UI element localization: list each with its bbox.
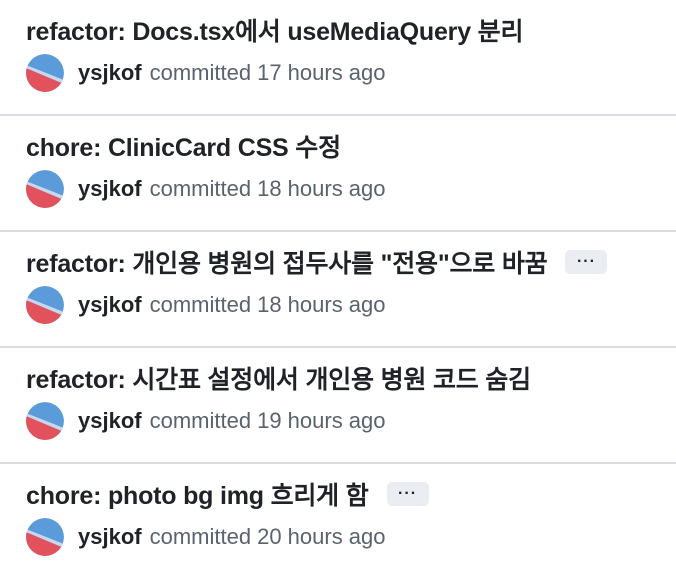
- author-link[interactable]: ysjkof: [78, 524, 142, 550]
- commit-title-link[interactable]: refactor: Docs.tsx에서 useMediaQuery 분리: [26, 12, 523, 48]
- commit-time: 17 hours ago: [257, 60, 386, 85]
- committed-label: committed: [149, 524, 252, 549]
- avatar[interactable]: [26, 54, 64, 92]
- commit-item: chore: photo bg img 흐리게 함 ··· ysjkof com…: [0, 464, 676, 580]
- commit-title-link[interactable]: refactor: 개인용 병원의 접두사를 "전용"으로 바꿈: [26, 244, 548, 280]
- commit-title-row: refactor: 시간표 설정에서 개인용 병원 코드 숨김: [26, 360, 676, 396]
- commit-meta: ysjkof committed 18 hours ago: [26, 286, 676, 324]
- commit-title-row: refactor: Docs.tsx에서 useMediaQuery 분리: [26, 12, 676, 48]
- commit-list: refactor: Docs.tsx에서 useMediaQuery 분리 ys…: [0, 0, 676, 572]
- commit-meta: ysjkof committed 18 hours ago: [26, 170, 676, 208]
- avatar[interactable]: [26, 402, 64, 440]
- avatar[interactable]: [26, 286, 64, 324]
- committed-label: committed: [149, 60, 252, 85]
- commit-meta: ysjkof committed 20 hours ago: [26, 518, 676, 556]
- author-link[interactable]: ysjkof: [78, 408, 142, 434]
- commit-title-link[interactable]: chore: photo bg img 흐리게 함: [26, 476, 369, 512]
- commit-meta: ysjkof committed 17 hours ago: [26, 54, 676, 92]
- commit-meta: ysjkof committed 19 hours ago: [26, 402, 676, 440]
- author-link[interactable]: ysjkof: [78, 60, 142, 86]
- author-link[interactable]: ysjkof: [78, 292, 142, 318]
- avatar[interactable]: [26, 170, 64, 208]
- expand-description-button[interactable]: ···: [386, 482, 429, 506]
- commit-time: 18 hours ago: [257, 292, 386, 317]
- committed-label: committed: [149, 408, 252, 433]
- commit-item: refactor: 시간표 설정에서 개인용 병원 코드 숨김 ysjkof c…: [0, 348, 676, 464]
- avatar[interactable]: [26, 518, 64, 556]
- commit-title-row: refactor: 개인용 병원의 접두사를 "전용"으로 바꿈 ···: [26, 244, 676, 280]
- author-link[interactable]: ysjkof: [78, 176, 142, 202]
- committed-label: committed: [149, 176, 252, 201]
- commit-title-link[interactable]: refactor: 시간표 설정에서 개인용 병원 코드 숨김: [26, 360, 531, 396]
- commit-item: chore: ClinicCard CSS 수정 ysjkof committe…: [0, 116, 676, 232]
- commit-time: 19 hours ago: [257, 408, 386, 433]
- commit-title-row: chore: photo bg img 흐리게 함 ···: [26, 476, 676, 512]
- commit-item: refactor: 개인용 병원의 접두사를 "전용"으로 바꿈 ··· ysj…: [0, 232, 676, 348]
- committed-label: committed: [149, 292, 252, 317]
- commit-time: 18 hours ago: [257, 176, 386, 201]
- commit-title-row: chore: ClinicCard CSS 수정: [26, 128, 676, 164]
- commit-title-link[interactable]: chore: ClinicCard CSS 수정: [26, 128, 341, 164]
- commit-item: refactor: Docs.tsx에서 useMediaQuery 분리 ys…: [0, 0, 676, 116]
- expand-description-button[interactable]: ···: [565, 250, 608, 274]
- commit-time: 20 hours ago: [257, 524, 386, 549]
